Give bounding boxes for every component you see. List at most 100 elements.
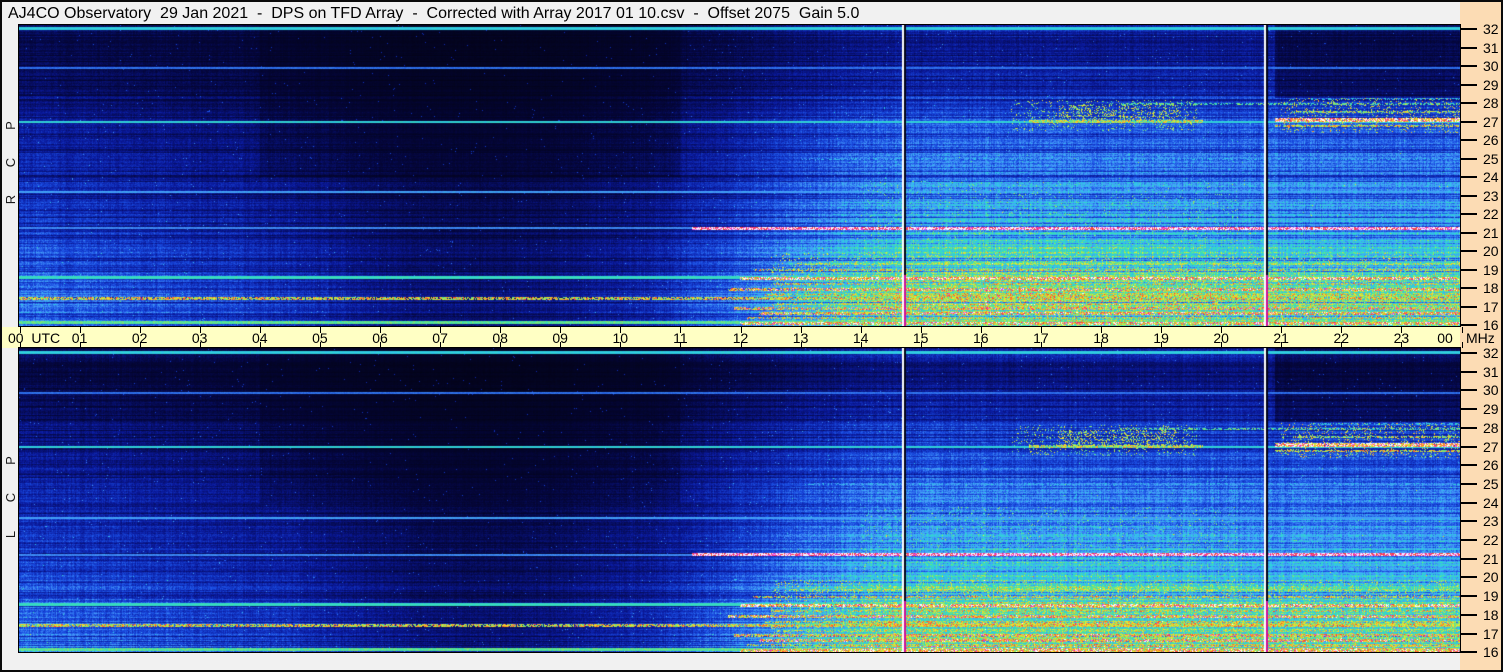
freq-tick-label: 23 — [1483, 187, 1499, 204]
freq-tick — [1461, 287, 1477, 289]
freq-tick — [1461, 139, 1477, 141]
freq-tick — [1461, 370, 1477, 373]
freq-tick — [1461, 595, 1477, 598]
freq-tick — [1461, 426, 1477, 429]
rcp-spectrogram-canvas — [19, 25, 1460, 326]
hour-label: 22 — [1333, 330, 1350, 346]
window-content: AJ4CO Observatory 29 Jan 2021 - DPS on T… — [2, 2, 1501, 670]
freq-tick-label: 16 — [1483, 317, 1499, 333]
freq-tick-label: 28 — [1483, 419, 1499, 436]
freq-tick-label: 20 — [1483, 243, 1499, 259]
freq-tick-label: 27 — [1483, 438, 1499, 455]
freq-tick — [1461, 305, 1477, 308]
hour-label: 06 — [372, 330, 388, 346]
freq-tick — [1461, 250, 1477, 252]
hour-label: 23 — [1393, 330, 1410, 346]
freq-tick-label: 23 — [1483, 513, 1499, 530]
freq-tick — [1461, 482, 1477, 485]
freq-tick — [1461, 632, 1477, 635]
freq-tick — [1461, 120, 1477, 123]
freq-tick — [1461, 389, 1477, 392]
freq-tick — [1461, 176, 1477, 178]
freq-tick — [1461, 576, 1477, 579]
freq-tick — [1461, 520, 1477, 523]
freq-tick-label: 21 — [1483, 224, 1499, 241]
freq-tick-label: 24 — [1483, 494, 1499, 511]
time-axis-end-label: 00 — [1437, 330, 1453, 346]
freq-tick — [1461, 102, 1477, 104]
hour-label: 15 — [912, 330, 929, 346]
freq-tick-label: 21 — [1483, 550, 1499, 567]
hour-label: 04 — [252, 330, 268, 346]
freq-tick — [1461, 194, 1477, 197]
hour-label: 09 — [552, 330, 568, 346]
hour-label: 19 — [1153, 330, 1169, 346]
freq-tick — [1461, 613, 1477, 616]
freq-tick — [1461, 464, 1477, 467]
hour-label: 21 — [1273, 330, 1289, 346]
hour-label: 17 — [1033, 330, 1049, 346]
freq-tick-label: 29 — [1483, 401, 1499, 418]
polarization-label-lcp: P — [3, 456, 18, 465]
freq-tick — [1461, 501, 1477, 504]
freq-tick-label: 27 — [1483, 113, 1499, 130]
hour-label: 20 — [1213, 330, 1229, 346]
hour-label: 05 — [312, 330, 328, 346]
freq-tick — [1461, 408, 1477, 411]
freq-tick-label: 16 — [1483, 644, 1499, 661]
freq-tick — [1461, 445, 1477, 448]
freq-tick-label: 20 — [1483, 569, 1499, 586]
hour-label: 18 — [1093, 330, 1109, 346]
hour-tick — [1461, 342, 1463, 348]
lcp-spectrogram-panel — [18, 347, 1461, 653]
freq-tick-label: 26 — [1483, 457, 1499, 474]
freq-tick — [1461, 46, 1477, 49]
freq-tick-label: 18 — [1483, 606, 1499, 623]
freq-tick-label: 25 — [1483, 475, 1499, 492]
app-window: AJ4CO Observatory 29 Jan 2021 - DPS on T… — [0, 0, 1503, 672]
freq-tick — [1461, 231, 1477, 234]
freq-tick — [1461, 324, 1477, 326]
freq-tick-label: 19 — [1483, 588, 1499, 605]
freq-tick — [1461, 651, 1477, 654]
freq-tick — [1461, 539, 1477, 541]
freq-tick — [1461, 28, 1477, 30]
hour-label: 13 — [792, 330, 809, 346]
freq-tick-label: 30 — [1483, 58, 1499, 74]
freq-tick — [1461, 83, 1477, 86]
freq-tick-label: 19 — [1483, 261, 1499, 278]
freq-tick-label: 25 — [1483, 150, 1499, 167]
freq-tick-label: 30 — [1483, 382, 1499, 399]
freq-tick-label: 32 — [1483, 21, 1499, 37]
hour-tick — [19, 327, 21, 333]
polarization-label-lcp: L — [3, 530, 18, 539]
polarization-label-lcp: C — [3, 492, 18, 503]
freq-tick-label: 32 — [1483, 345, 1499, 361]
hour-label: 02 — [131, 330, 148, 346]
hour-label: 11 — [673, 330, 688, 346]
freq-tick-label: 17 — [1483, 298, 1499, 315]
time-axis-bar: 00 UTC 01 02 03 04 05 06 07 08 09 10 11 12 13 14 15 16 1… — [2, 327, 1463, 348]
freq-tick-label: 22 — [1483, 206, 1499, 222]
freq-tick — [1461, 268, 1477, 271]
polarization-label-rcp: P — [3, 121, 18, 130]
freq-tick — [1461, 557, 1477, 560]
hour-label: 12 — [732, 330, 749, 346]
freq-tick — [1461, 213, 1477, 215]
freq-tick-label: 24 — [1483, 169, 1499, 185]
freq-tick-label: 17 — [1483, 625, 1499, 642]
polarization-label-rcp: R — [3, 194, 18, 205]
hour-label: 01 — [71, 330, 88, 346]
freq-tick-label: 18 — [1483, 280, 1499, 296]
hour-label: 03 — [191, 330, 208, 346]
freq-tick-label: 22 — [1483, 532, 1499, 548]
hour-tick — [1461, 327, 1463, 333]
hour-label: 07 — [432, 330, 448, 346]
hour-label: 16 — [973, 330, 989, 346]
hour-label: 14 — [852, 330, 869, 346]
freq-tick — [1461, 65, 1477, 67]
freq-tick — [1461, 157, 1477, 160]
hour-label: 10 — [612, 330, 629, 346]
freq-tick — [1461, 352, 1477, 354]
time-axis-start-label: 00 UTC — [8, 330, 61, 346]
